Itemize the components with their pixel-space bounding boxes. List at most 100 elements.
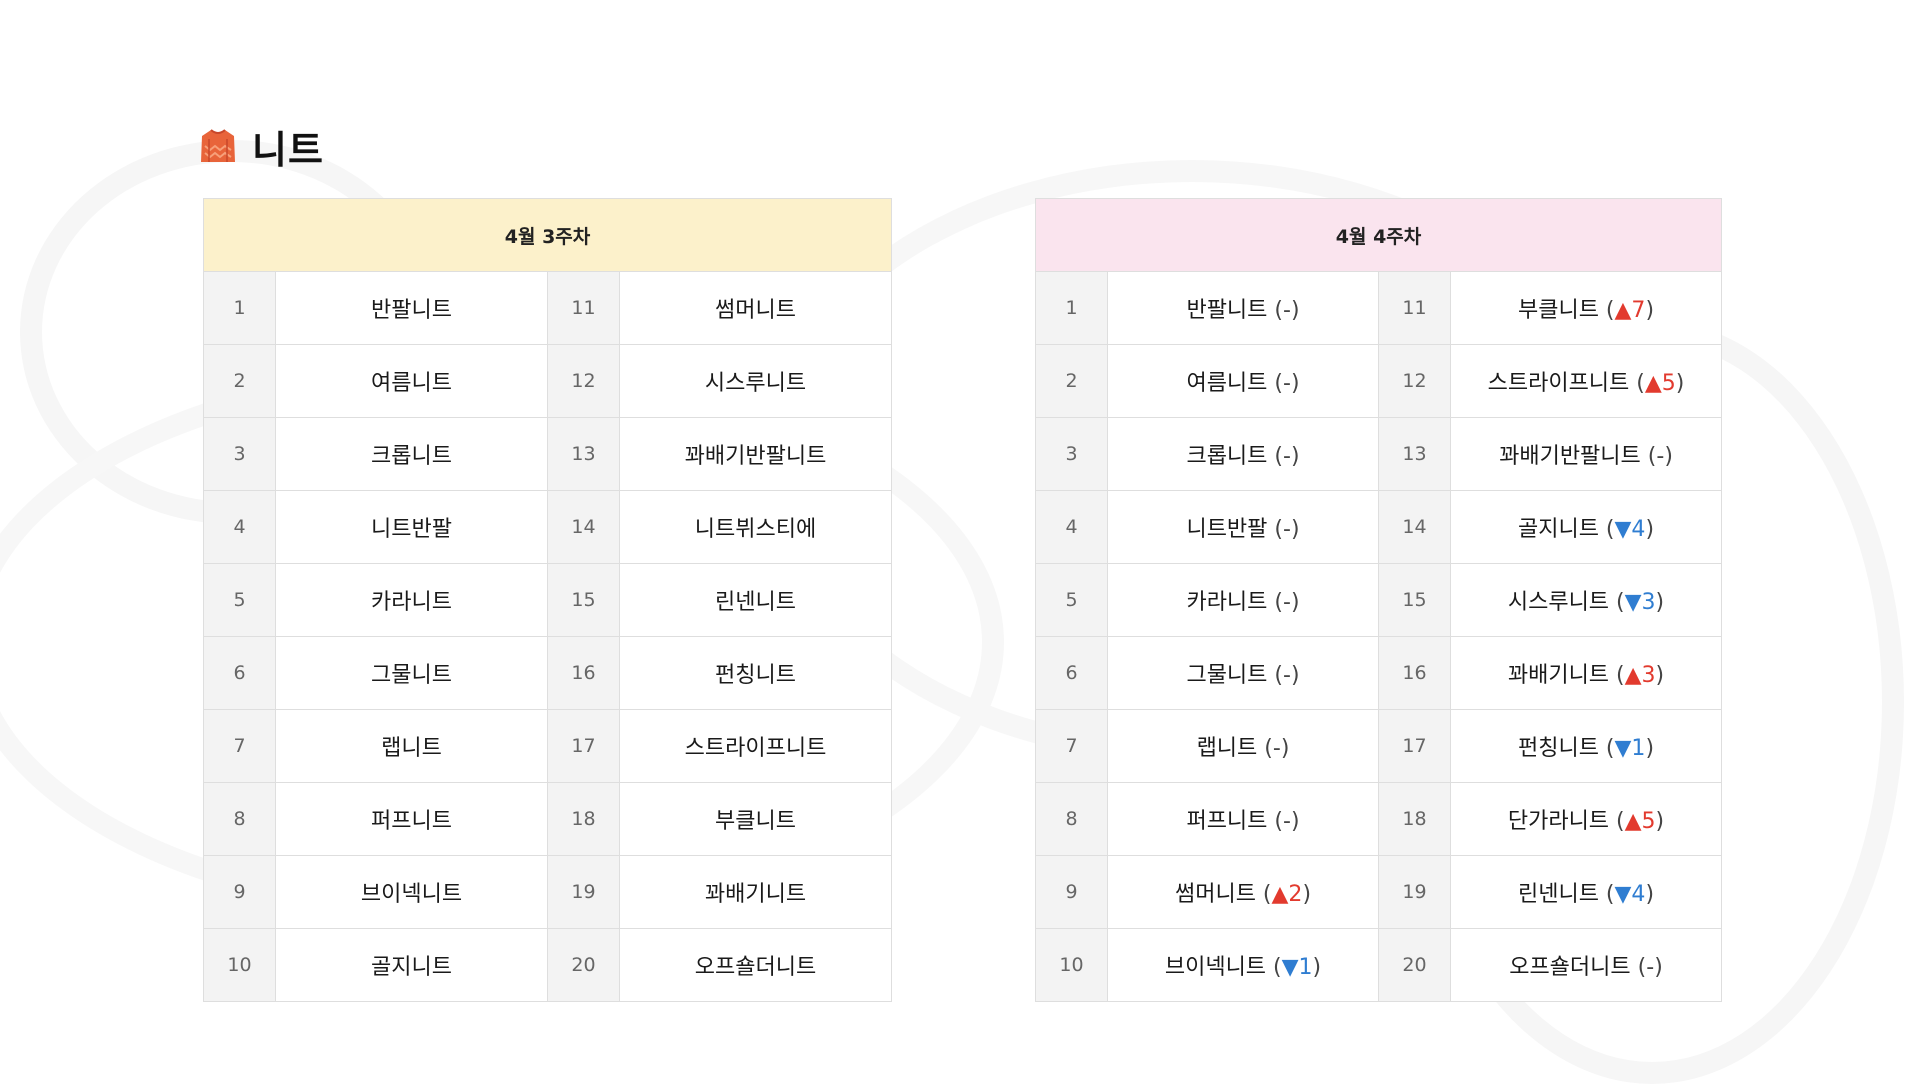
item-name: 썸머니트 [1174, 882, 1256, 907]
table-row: 8 퍼프니트 18 부클니트 [203, 782, 892, 856]
table-row: 4 니트반팔 14 니트뷔스티에 [203, 490, 892, 564]
item-name: 반팔니트 [371, 298, 452, 323]
table-row: 6 그물니트 16 펀칭니트 [203, 636, 892, 710]
item-name: 부클니트 [715, 809, 796, 834]
rank-change: (-) [1267, 809, 1300, 834]
item-name: 스트라이프니트 [1487, 371, 1630, 396]
list-item: 시스루니트 [619, 344, 892, 418]
rank-number: 8 [203, 782, 276, 856]
rank-down-value: ▼3 [1624, 590, 1656, 615]
rank-number: 5 [1035, 563, 1108, 637]
item-name: 니트뷔스티에 [694, 517, 817, 542]
item-name: 브이넥니트 [1164, 955, 1267, 980]
rank-number: 14 [547, 490, 620, 564]
list-item: 퍼프니트 [275, 782, 548, 856]
rank-change: (-) [1267, 517, 1300, 542]
list-item: 부클니트 [619, 782, 892, 856]
rank-number: 10 [1035, 928, 1108, 1002]
rank-change: (▲3) [1609, 663, 1665, 688]
item-name: 꽈배기반팔니트 [684, 444, 827, 469]
list-item: 퍼프니트 (-) [1107, 782, 1379, 856]
list-item: 꽈배기반팔니트 [619, 417, 892, 491]
list-item: 골지니트 (▼4) [1450, 490, 1722, 564]
title-text: 니트 [252, 127, 324, 172]
item-name: 니트반팔 [1186, 517, 1268, 542]
rank-change: (▼4) [1598, 882, 1655, 907]
rank-down-value: ▼4 [1614, 882, 1646, 907]
rank-up-value: ▲7 [1614, 298, 1646, 323]
rank-change: (▲5) [1629, 371, 1685, 396]
rank-number: 4 [203, 490, 276, 564]
rank-same-value: - [1283, 590, 1291, 615]
table-row: 7 랩니트 17 스트라이프니트 [203, 709, 892, 783]
item-name: 썸머니트 [715, 298, 796, 323]
list-item: 랩니트 (-) [1107, 709, 1379, 783]
list-item: 니트반팔 (-) [1107, 490, 1379, 564]
list-item: 여름니트 [275, 344, 548, 418]
table-row: 9 브이넥니트 19 꽈배기니트 [203, 855, 892, 929]
list-item: 펀칭니트 [619, 636, 892, 710]
rank-number: 15 [1378, 563, 1451, 637]
rank-number: 5 [203, 563, 276, 637]
list-item: 스트라이프니트 [619, 709, 892, 783]
rank-same-value: - [1283, 298, 1291, 323]
list-item: 여름니트 (-) [1107, 344, 1379, 418]
rank-same-value: - [1272, 736, 1281, 761]
list-item: 그물니트 (-) [1107, 636, 1379, 710]
table-row: 5 카라니트 15 린넨니트 [203, 563, 892, 637]
table-row: 9 썸머니트 (▲2) 19 린넨니트 (▼4) [1035, 855, 1722, 929]
rank-change: (▲2) [1255, 882, 1312, 907]
rank-number: 2 [203, 344, 276, 418]
rank-number: 15 [547, 563, 620, 637]
item-name: 펀칭니트 [715, 663, 796, 688]
item-name: 시스루니트 [704, 371, 807, 396]
rank-number: 12 [1378, 344, 1451, 418]
rank-up-value: ▲3 [1624, 663, 1656, 688]
week-header: 4월 4주차 [1035, 198, 1722, 272]
table-row: 2 여름니트 12 시스루니트 [203, 344, 892, 418]
table-row: 2 여름니트 (-) 12 스트라이프니트 (▲5) [1035, 344, 1722, 418]
rank-number: 19 [1378, 855, 1451, 929]
rank-same-value: - [1656, 444, 1665, 469]
rank-number: 20 [1378, 928, 1451, 1002]
list-item: 썸머니트 [619, 271, 892, 345]
rank-same-value: - [1646, 955, 1655, 980]
rank-number: 3 [1035, 417, 1108, 491]
item-name: 랩니트 [1196, 736, 1258, 761]
item-name: 시스루니트 [1507, 590, 1610, 615]
table-row: 10 브이넥니트 (▼1) 20 오프숄더니트 (-) [1035, 928, 1722, 1002]
item-name: 크롭니트 [371, 444, 452, 469]
list-item: 반팔니트 [275, 271, 548, 345]
list-item: 린넨니트 (▼4) [1450, 855, 1722, 929]
list-item: 브이넥니트 [275, 855, 548, 929]
rank-up-value: ▲5 [1624, 809, 1656, 834]
rank-change: (-) [1267, 298, 1300, 323]
list-item: 부클니트 (▲7) [1450, 271, 1722, 345]
list-item: 브이넥니트 (▼1) [1107, 928, 1379, 1002]
list-item: 단가라니트 (▲5) [1450, 782, 1722, 856]
list-item: 니트반팔 [275, 490, 548, 564]
rank-same-value: - [1283, 444, 1291, 469]
rank-number: 6 [1035, 636, 1108, 710]
item-name: 크롭니트 [1186, 444, 1268, 469]
table-row: 3 크롭니트 (-) 13 꽈배기반팔니트 (-) [1035, 417, 1722, 491]
item-name: 그물니트 [371, 663, 452, 688]
rank-change: (-) [1267, 590, 1300, 615]
rank-change: (▼4) [1598, 517, 1655, 542]
rank-same-value: - [1283, 663, 1291, 688]
list-item: 오프숄더니트 [619, 928, 892, 1002]
rank-up-value: ▲5 [1644, 371, 1676, 396]
rank-change: (▲5) [1609, 809, 1665, 834]
table-row: 1 반팔니트 11 썸머니트 [203, 271, 892, 345]
table-row: 4 니트반팔 (-) 14 골지니트 (▼4) [1035, 490, 1722, 564]
rank-change: (-) [1640, 444, 1673, 469]
item-name: 브이넥니트 [360, 882, 463, 907]
sweater-icon [201, 129, 235, 162]
item-name: 퍼프니트 [371, 809, 452, 834]
table-row: 1 반팔니트 (-) 11 부클니트 (▲7) [1035, 271, 1722, 345]
rank-number: 17 [1378, 709, 1451, 783]
rank-number: 8 [1035, 782, 1108, 856]
list-item: 시스루니트 (▼3) [1450, 563, 1722, 637]
list-item: 오프숄더니트 (-) [1450, 928, 1722, 1002]
rank-change: (-) [1257, 736, 1290, 761]
